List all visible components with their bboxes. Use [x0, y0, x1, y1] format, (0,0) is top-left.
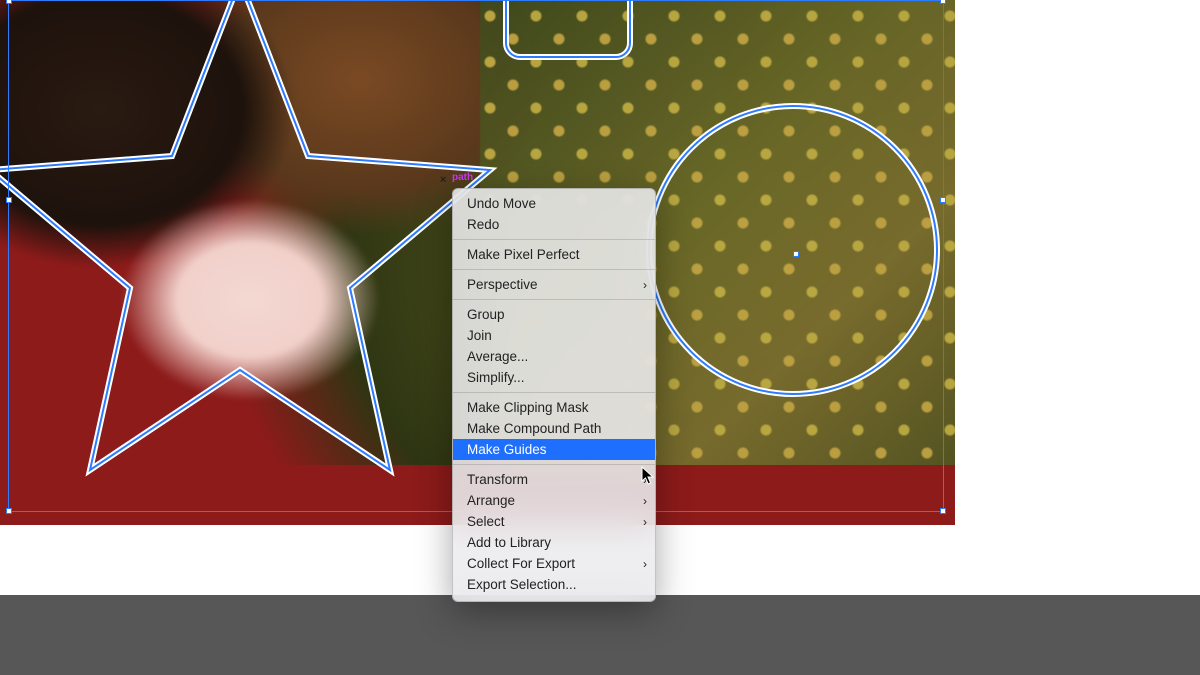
menu-item-join[interactable]: Join [453, 325, 655, 346]
resize-handle-e[interactable] [940, 197, 946, 203]
center-point[interactable] [793, 251, 799, 257]
app-bottom-bar [0, 595, 1200, 675]
resize-handle-sw[interactable] [6, 508, 12, 514]
menu-item-group[interactable]: Group [453, 304, 655, 325]
chevron-right-icon: › [643, 494, 647, 508]
menu-item-collect-for-export[interactable]: Collect For Export› [453, 553, 655, 574]
resize-handle-se[interactable] [940, 508, 946, 514]
resize-handle-w[interactable] [6, 197, 12, 203]
chevron-right-icon: › [643, 557, 647, 571]
menu-item-export-selection[interactable]: Export Selection... [453, 574, 655, 595]
chevron-right-icon: › [643, 278, 647, 292]
menu-item-undo-move[interactable]: Undo Move [453, 193, 655, 214]
resize-handle-ne[interactable] [940, 0, 946, 4]
anchor-x-icon: × [440, 174, 446, 186]
menu-item-make-guides[interactable]: Make Guides [453, 439, 655, 460]
menu-item-arrange[interactable]: Arrange› [453, 490, 655, 511]
chevron-right-icon: › [643, 473, 647, 487]
smart-guide-label: path [452, 172, 473, 183]
menu-item-make-clipping-mask[interactable]: Make Clipping Mask [453, 397, 655, 418]
menu-item-make-compound-path[interactable]: Make Compound Path [453, 418, 655, 439]
chevron-right-icon: › [643, 515, 647, 529]
menu-item-make-pixel-perfect[interactable]: Make Pixel Perfect [453, 244, 655, 265]
menu-item-select[interactable]: Select› [453, 511, 655, 532]
context-menu[interactable]: Undo MoveRedo Make Pixel Perfect Perspecti… [452, 188, 656, 602]
resize-handle-nw[interactable] [6, 0, 12, 4]
menu-item-transform[interactable]: Transform› [453, 469, 655, 490]
menu-item-perspective[interactable]: Perspective› [453, 274, 655, 295]
menu-item-simplify[interactable]: Simplify... [453, 367, 655, 388]
menu-item-add-to-library[interactable]: Add to Library [453, 532, 655, 553]
menu-item-average[interactable]: Average... [453, 346, 655, 367]
menu-item-redo[interactable]: Redo [453, 214, 655, 235]
